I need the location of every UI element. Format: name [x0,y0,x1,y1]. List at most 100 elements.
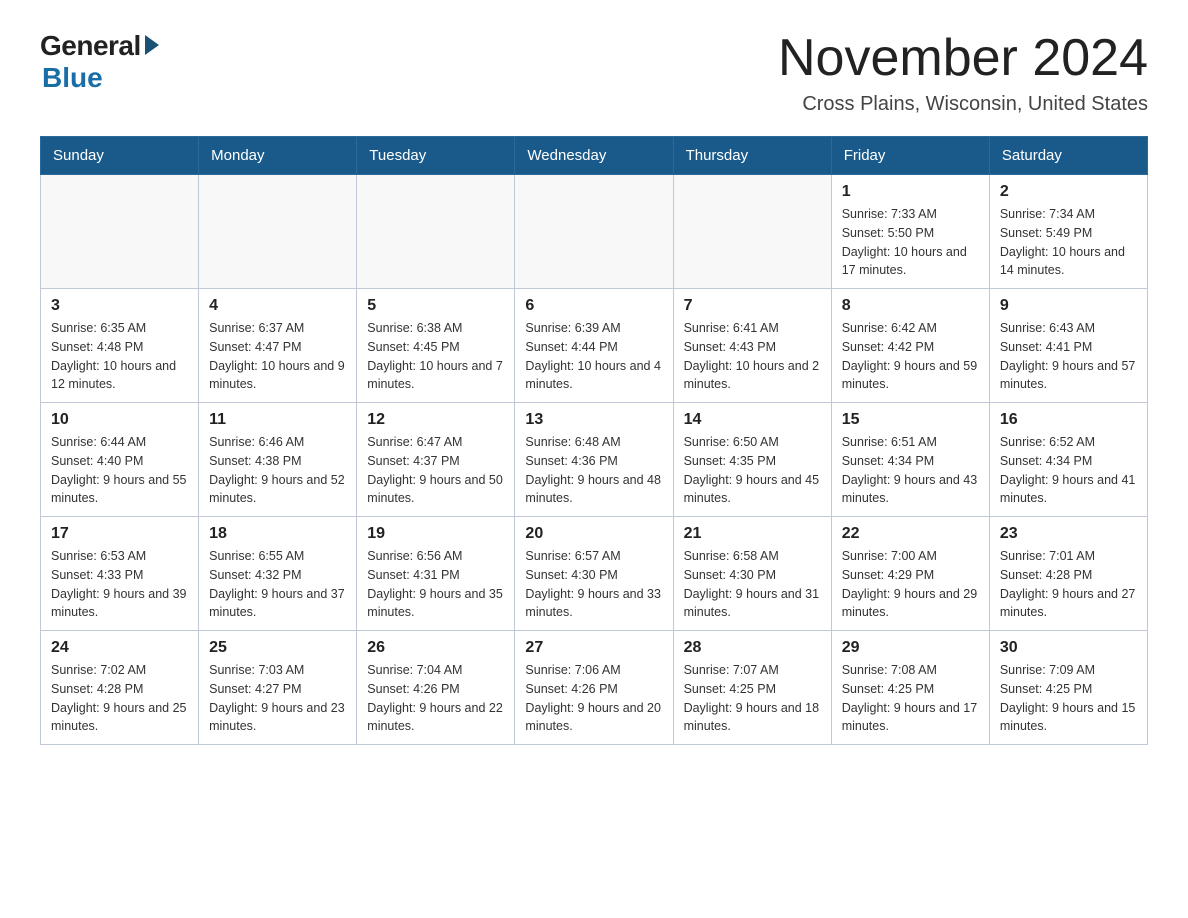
day-info: Sunrise: 7:06 AMSunset: 4:26 PMDaylight:… [525,661,662,736]
day-info: Sunrise: 7:00 AMSunset: 4:29 PMDaylight:… [842,547,979,622]
calendar-cell: 6 Sunrise: 6:39 AMSunset: 4:44 PMDaylight… [515,289,673,403]
calendar-cell: 1 Sunrise: 7:33 AMSunset: 5:50 PMDaylight… [831,175,989,289]
day-info: Sunrise: 6:50 AMSunset: 4:35 PMDaylight:… [684,433,821,508]
calendar-cell: 20 Sunrise: 6:57 AMSunset: 4:30 PMDayligh… [515,517,673,631]
calendar-cell: 25 Sunrise: 7:03 AMSunset: 4:27 PMDayligh… [199,631,357,745]
day-info: Sunrise: 6:55 AMSunset: 4:32 PMDaylight:… [209,547,346,622]
calendar-header-row: SundayMondayTuesdayWednesdayThursdayFrid… [41,137,1148,175]
day-info: Sunrise: 6:35 AMSunset: 4:48 PMDaylight:… [51,319,188,394]
calendar-header-wednesday: Wednesday [515,137,673,175]
day-number: 1 [842,183,979,201]
calendar-cell: 15 Sunrise: 6:51 AMSunset: 4:34 PMDayligh… [831,403,989,517]
calendar-cell [357,175,515,289]
calendar-cell: 10 Sunrise: 6:44 AMSunset: 4:40 PMDayligh… [41,403,199,517]
day-info: Sunrise: 7:01 AMSunset: 4:28 PMDaylight:… [1000,547,1137,622]
day-number: 5 [367,297,504,315]
day-number: 15 [842,411,979,429]
day-number: 29 [842,639,979,657]
day-info: Sunrise: 6:39 AMSunset: 4:44 PMDaylight:… [525,319,662,394]
day-number: 9 [1000,297,1137,315]
calendar-title: November 2024 [778,30,1148,87]
day-number: 13 [525,411,662,429]
day-number: 11 [209,411,346,429]
calendar-cell [199,175,357,289]
calendar-cell: 23 Sunrise: 7:01 AMSunset: 4:28 PMDayligh… [989,517,1147,631]
calendar-cell: 21 Sunrise: 6:58 AMSunset: 4:30 PMDayligh… [673,517,831,631]
calendar-subtitle: Cross Plains, Wisconsin, United States [778,93,1148,116]
calendar-cell: 2Sunrise: 7:34 AMSunset: 5:49 PMDaylight… [989,175,1147,289]
calendar-cell: 5 Sunrise: 6:38 AMSunset: 4:45 PMDaylight… [357,289,515,403]
day-info: Sunrise: 6:42 AMSunset: 4:42 PMDaylight:… [842,319,979,394]
calendar-cell: 28Sunrise: 7:07 AMSunset: 4:25 PMDayligh… [673,631,831,745]
day-info: Sunrise: 6:44 AMSunset: 4:40 PMDaylight:… [51,433,188,508]
day-number: 24 [51,639,188,657]
calendar-cell: 30Sunrise: 7:09 AMSunset: 4:25 PMDayligh… [989,631,1147,745]
calendar-header-monday: Monday [199,137,357,175]
day-number: 6 [525,297,662,315]
calendar-week-2: 3 Sunrise: 6:35 AMSunset: 4:48 PMDaylight… [41,289,1148,403]
day-info: Sunrise: 7:03 AMSunset: 4:27 PMDaylight:… [209,661,346,736]
calendar-cell: 18Sunrise: 6:55 AMSunset: 4:32 PMDayligh… [199,517,357,631]
calendar-cell: 12Sunrise: 6:47 AMSunset: 4:37 PMDayligh… [357,403,515,517]
calendar-cell: 14Sunrise: 6:50 AMSunset: 4:35 PMDayligh… [673,403,831,517]
calendar-cell: 13 Sunrise: 6:48 AMSunset: 4:36 PMDayligh… [515,403,673,517]
day-info: Sunrise: 6:52 AMSunset: 4:34 PMDaylight:… [1000,433,1137,508]
day-info: Sunrise: 6:41 AMSunset: 4:43 PMDaylight:… [684,319,821,394]
calendar-cell: 9 Sunrise: 6:43 AMSunset: 4:41 PMDaylight… [989,289,1147,403]
calendar-cell: 22 Sunrise: 7:00 AMSunset: 4:29 PMDayligh… [831,517,989,631]
calendar-cell: 29 Sunrise: 7:08 AMSunset: 4:25 PMDayligh… [831,631,989,745]
calendar-header-thursday: Thursday [673,137,831,175]
day-number: 22 [842,525,979,543]
calendar-cell: 8Sunrise: 6:42 AMSunset: 4:42 PMDaylight… [831,289,989,403]
day-number: 17 [51,525,188,543]
day-number: 2 [1000,183,1137,201]
calendar-cell: 11Sunrise: 6:46 AMSunset: 4:38 PMDayligh… [199,403,357,517]
day-number: 25 [209,639,346,657]
calendar-week-5: 24Sunrise: 7:02 AMSunset: 4:28 PMDayligh… [41,631,1148,745]
day-info: Sunrise: 6:57 AMSunset: 4:30 PMDaylight:… [525,547,662,622]
calendar-header-tuesday: Tuesday [357,137,515,175]
calendar-week-4: 17Sunrise: 6:53 AMSunset: 4:33 PMDayligh… [41,517,1148,631]
calendar-week-1: 1 Sunrise: 7:33 AMSunset: 5:50 PMDaylight… [41,175,1148,289]
day-number: 16 [1000,411,1137,429]
day-info: Sunrise: 6:37 AMSunset: 4:47 PMDaylight:… [209,319,346,394]
day-number: 21 [684,525,821,543]
logo-blue-text: Blue [42,62,103,94]
day-info: Sunrise: 6:48 AMSunset: 4:36 PMDaylight:… [525,433,662,508]
day-info: Sunrise: 7:08 AMSunset: 4:25 PMDaylight:… [842,661,979,736]
day-info: Sunrise: 6:38 AMSunset: 4:45 PMDaylight:… [367,319,504,394]
logo: General Blue [40,30,159,94]
calendar-cell: 26 Sunrise: 7:04 AMSunset: 4:26 PMDayligh… [357,631,515,745]
day-number: 10 [51,411,188,429]
calendar-table: SundayMondayTuesdayWednesdayThursdayFrid… [40,136,1148,745]
day-info: Sunrise: 6:58 AMSunset: 4:30 PMDaylight:… [684,547,821,622]
day-number: 3 [51,297,188,315]
day-number: 28 [684,639,821,657]
day-info: Sunrise: 6:56 AMSunset: 4:31 PMDaylight:… [367,547,504,622]
calendar-cell: 7 Sunrise: 6:41 AMSunset: 4:43 PMDaylight… [673,289,831,403]
calendar-cell: 24Sunrise: 7:02 AMSunset: 4:28 PMDayligh… [41,631,199,745]
calendar-cell: 17Sunrise: 6:53 AMSunset: 4:33 PMDayligh… [41,517,199,631]
day-number: 4 [209,297,346,315]
day-info: Sunrise: 6:51 AMSunset: 4:34 PMDaylight:… [842,433,979,508]
calendar-cell [41,175,199,289]
calendar-cell: 16 Sunrise: 6:52 AMSunset: 4:34 PMDayligh… [989,403,1147,517]
day-number: 27 [525,639,662,657]
day-number: 7 [684,297,821,315]
calendar-cell: 4 Sunrise: 6:37 AMSunset: 4:47 PMDaylight… [199,289,357,403]
calendar-header-sunday: Sunday [41,137,199,175]
day-number: 23 [1000,525,1137,543]
day-number: 20 [525,525,662,543]
day-info: Sunrise: 7:33 AMSunset: 5:50 PMDaylight:… [842,205,979,280]
calendar-cell [673,175,831,289]
calendar-cell: 19Sunrise: 6:56 AMSunset: 4:31 PMDayligh… [357,517,515,631]
day-info: Sunrise: 7:09 AMSunset: 4:25 PMDaylight:… [1000,661,1137,736]
calendar-cell: 27 Sunrise: 7:06 AMSunset: 4:26 PMDayligh… [515,631,673,745]
day-info: Sunrise: 6:43 AMSunset: 4:41 PMDaylight:… [1000,319,1137,394]
day-info: Sunrise: 7:04 AMSunset: 4:26 PMDaylight:… [367,661,504,736]
calendar-cell [515,175,673,289]
page-header: General Blue November 2024 Cross Plains,… [40,30,1148,116]
day-number: 26 [367,639,504,657]
calendar-header-friday: Friday [831,137,989,175]
calendar-week-3: 10 Sunrise: 6:44 AMSunset: 4:40 PMDayligh… [41,403,1148,517]
